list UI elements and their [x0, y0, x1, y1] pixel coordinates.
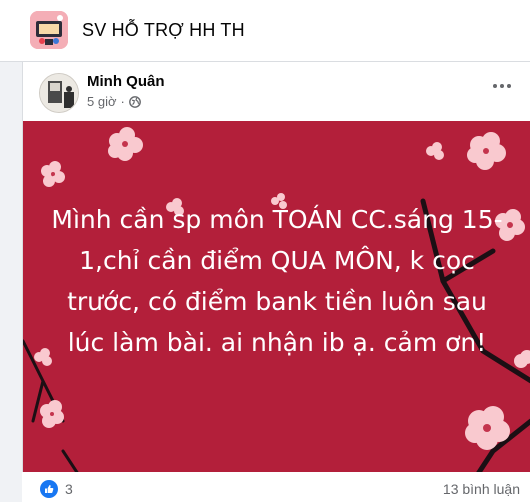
post-image[interactable]: Mình cần sp môn TOÁN CC.sáng 15-1,chỉ cầ… — [23, 121, 530, 502]
post-card: Minh Quân 5 giờ · Mình cần sp môn TOÁN C… — [22, 62, 530, 502]
meta-separator: · — [120, 94, 125, 109]
post-time[interactable]: 5 giờ — [87, 94, 117, 109]
post-meta: 5 giờ · — [87, 94, 141, 109]
comment-count[interactable]: 13 bình luận — [443, 481, 520, 497]
like-count[interactable]: 3 — [65, 481, 73, 497]
group-name[interactable]: SV HỖ TRỢ HH TH — [82, 20, 245, 41]
author-name[interactable]: Minh Quân — [87, 73, 165, 90]
globe-icon — [128, 95, 141, 108]
like-icon[interactable] — [40, 480, 58, 498]
post-footer: 3 13 bình luận — [22, 472, 530, 502]
more-options-icon[interactable] — [486, 74, 518, 98]
post-text: Mình cần sp môn TOÁN CC.sáng 15-1,chỉ cầ… — [51, 205, 503, 357]
group-avatar[interactable] — [30, 11, 68, 49]
group-header: SV HỖ TRỢ HH TH — [0, 0, 530, 62]
author-avatar[interactable] — [39, 73, 79, 113]
